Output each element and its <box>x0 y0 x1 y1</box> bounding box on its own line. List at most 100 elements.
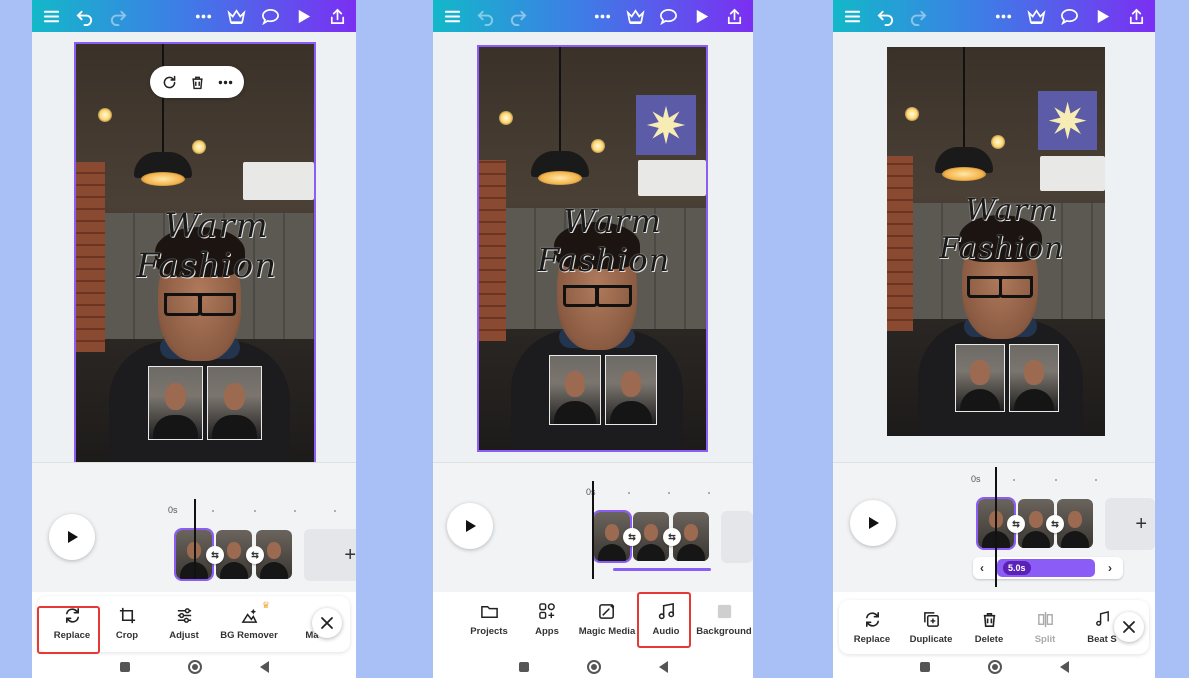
playhead[interactable] <box>592 481 594 579</box>
video-frame[interactable]: Warm Fashion <box>887 47 1105 436</box>
phone-screen-2: Warm Fashion 0s ⇆ ⇆ w <box>433 0 753 678</box>
video-frame[interactable]: Warm Fashion <box>477 45 708 452</box>
menu-icon[interactable] <box>441 5 463 27</box>
back-icon[interactable] <box>658 660 668 673</box>
tool-duplicate[interactable]: Duplicate <box>900 608 962 645</box>
play-button[interactable] <box>447 503 493 549</box>
tool-label: Background <box>696 626 752 637</box>
close-button[interactable] <box>312 608 342 638</box>
tool-label: Magic Media <box>578 626 636 637</box>
thumbnail[interactable] <box>605 355 657 425</box>
photo-thumbnails[interactable] <box>549 355 657 425</box>
play-icon[interactable] <box>293 5 315 27</box>
recents-icon[interactable] <box>119 661 130 672</box>
share-icon[interactable] <box>326 5 348 27</box>
folder-icon <box>478 600 500 622</box>
chevron-right-icon[interactable]: › <box>1108 561 1112 575</box>
tool-background[interactable]: Background <box>693 600 753 637</box>
transition-icon[interactable]: ⇆ <box>246 546 264 564</box>
share-icon[interactable] <box>723 5 745 27</box>
more-icon[interactable] <box>591 5 613 27</box>
watermark-line1: Warm <box>965 193 1058 228</box>
flower-graphic[interactable] <box>1038 91 1097 150</box>
menu-icon[interactable] <box>841 5 863 27</box>
menu-icon[interactable] <box>40 5 62 27</box>
recents-icon[interactable] <box>919 661 930 672</box>
tool-split[interactable]: Split <box>1014 608 1076 645</box>
redo-icon[interactable] <box>908 5 930 27</box>
thumbnail[interactable] <box>955 344 1005 412</box>
video-frame[interactable]: Warm Fashion <box>74 42 316 468</box>
tool-label: Projects <box>470 626 508 637</box>
photo-thumbnails[interactable] <box>148 366 262 440</box>
trash-icon <box>978 608 1000 630</box>
design-canvas: Warm Fashion <box>833 32 1155 462</box>
tool-apps[interactable]: Apps <box>516 600 578 637</box>
add-clip-button[interactable] <box>721 511 753 563</box>
recents-icon[interactable] <box>518 661 529 672</box>
more-icon[interactable] <box>192 5 214 27</box>
tool-magic-media[interactable]: Magic Media <box>576 600 638 637</box>
comment-icon[interactable] <box>259 5 281 27</box>
crown-icon[interactable] <box>624 5 646 27</box>
comment-icon[interactable] <box>1059 5 1081 27</box>
tool-delete[interactable]: Delete <box>958 608 1020 645</box>
comment-icon[interactable] <box>657 5 679 27</box>
timeline: 0s ⇆ ⇆ + <box>32 462 356 592</box>
time-start-label: 0s <box>586 487 596 497</box>
back-icon[interactable] <box>1059 660 1069 673</box>
back-icon[interactable] <box>259 660 269 673</box>
regenerate-icon[interactable] <box>160 73 178 91</box>
photo-thumbnails[interactable] <box>955 344 1059 412</box>
playhead[interactable] <box>194 499 196 579</box>
home-icon[interactable] <box>187 659 202 674</box>
duplicate-icon <box>920 608 942 630</box>
trash-icon[interactable] <box>188 73 206 91</box>
share-icon[interactable] <box>1125 5 1147 27</box>
tool-projects[interactable]: Projects <box>458 600 520 637</box>
crown-icon[interactable] <box>1025 5 1047 27</box>
undo-icon[interactable] <box>474 5 496 27</box>
tool-crop[interactable]: Crop <box>96 604 158 641</box>
play-icon[interactable] <box>690 5 712 27</box>
tool-bg-remover[interactable]: ♛ BG Remover <box>218 600 280 641</box>
phone-screen-3: Warm Fashion 0s ⇆ ⇆ + ‹ 5.0s › Replace D… <box>833 0 1155 678</box>
more-icon[interactable] <box>216 73 234 91</box>
thumbnail[interactable] <box>207 366 262 440</box>
tool-adjust[interactable]: Adjust <box>153 604 215 641</box>
close-button[interactable] <box>1114 612 1144 642</box>
playhead[interactable] <box>995 467 997 587</box>
crown-icon[interactable] <box>226 5 248 27</box>
home-icon[interactable] <box>586 659 601 674</box>
tool-partial[interactable]: w <box>433 600 457 637</box>
more-icon[interactable] <box>992 5 1014 27</box>
background-icon <box>713 600 735 622</box>
add-clip-button[interactable]: + <box>1105 498 1155 550</box>
air-conditioner <box>1039 155 1105 191</box>
add-clip-button[interactable]: + <box>304 529 356 581</box>
transition-icon[interactable]: ⇆ <box>1046 515 1064 533</box>
transition-icon[interactable]: ⇆ <box>663 528 681 546</box>
design-canvas: Warm Fashion <box>433 32 753 462</box>
transition-icon[interactable]: ⇆ <box>623 528 641 546</box>
play-button[interactable] <box>850 500 896 546</box>
flower-graphic[interactable] <box>636 95 696 155</box>
tool-label: Replace <box>853 634 891 645</box>
transition-icon[interactable]: ⇆ <box>206 546 224 564</box>
highlight-box-replace <box>37 606 100 654</box>
phone-screen-1: Warm Fashion 0s ⇆ ⇆ + Replace Crop Adjus… <box>32 0 356 678</box>
home-icon[interactable] <box>987 659 1002 674</box>
transition-icon[interactable]: ⇆ <box>1007 515 1025 533</box>
undo-icon[interactable] <box>874 5 896 27</box>
audio-track-bar[interactable] <box>613 568 711 571</box>
tool-replace[interactable]: Replace <box>841 608 903 645</box>
redo-icon[interactable] <box>507 5 529 27</box>
undo-icon[interactable] <box>74 5 96 27</box>
play-icon[interactable] <box>1092 5 1114 27</box>
thumbnail[interactable] <box>549 355 601 425</box>
thumbnail[interactable] <box>148 366 203 440</box>
chevron-left-icon[interactable]: ‹ <box>980 561 984 575</box>
redo-icon[interactable] <box>107 5 129 27</box>
play-button[interactable] <box>49 514 95 560</box>
thumbnail[interactable] <box>1009 344 1059 412</box>
